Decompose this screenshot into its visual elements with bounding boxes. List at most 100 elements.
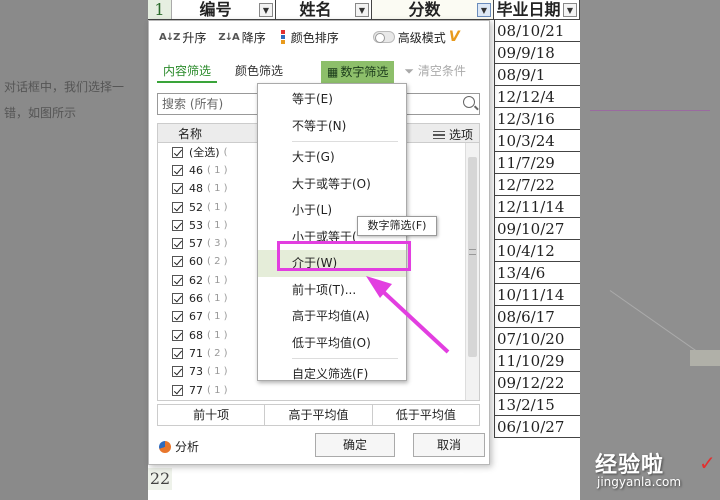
date-cell[interactable]: 12/12/4 — [494, 86, 580, 108]
date-cell[interactable]: 06/10/27 — [494, 416, 580, 438]
toggle-switch-icon — [372, 31, 395, 43]
menu-item-greater-than[interactable]: 大于(G) — [258, 144, 406, 171]
watermark-url: jingyanla.com — [597, 475, 682, 489]
checkbox-icon[interactable] — [172, 238, 183, 250]
menu-item-below-average[interactable]: 低于平均值(O) — [258, 330, 406, 357]
checkbox-icon[interactable] — [172, 366, 183, 378]
list-item-count: ( 1 ) — [207, 311, 228, 323]
wave-decoration — [453, 472, 565, 488]
list-item-count: ( 3 ) — [207, 238, 228, 250]
vip-icon: V — [448, 29, 460, 45]
above-average-button[interactable]: 高于平均值 — [265, 405, 373, 425]
filter-tabs: 内容筛选 颜色筛选 ▦ 数字筛选 ⏷ 清空条件 — [157, 61, 487, 83]
options-button[interactable]: 选项 — [432, 126, 473, 143]
list-item-label: 62 — [189, 273, 203, 287]
date-cell[interactable]: 11/10/29 — [494, 350, 580, 372]
row-number: 22 — [148, 468, 172, 490]
checkbox-icon[interactable] — [172, 183, 183, 195]
date-cell[interactable]: 13/2/15 — [494, 394, 580, 416]
checkbox-icon[interactable] — [172, 256, 183, 268]
check-icon: ✓ — [699, 451, 716, 475]
list-item-label: (全选) — [189, 146, 220, 160]
funnel-icon: ⏷ — [404, 64, 414, 78]
menu-item-not-equals[interactable]: 不等于(N) — [258, 113, 406, 140]
list-item-label: 52 — [189, 200, 203, 214]
quick-filter-buttons: 前十项 高于平均值 低于平均值 — [157, 404, 480, 426]
checkbox-icon[interactable] — [172, 146, 183, 158]
checkbox-icon[interactable] — [172, 384, 183, 396]
top-ten-button[interactable]: 前十项 — [158, 405, 266, 425]
list-item-count: ( 1 ) — [207, 219, 228, 231]
tab-color-filter[interactable]: 颜色筛选 — [229, 61, 289, 83]
tab-content-filter[interactable]: 内容筛选 — [157, 61, 218, 83]
list-item-label: 66 — [189, 292, 203, 306]
list-item-label: 48 — [189, 182, 203, 196]
filter-dropdown-icon[interactable]: ▼ — [259, 3, 273, 17]
ok-button[interactable]: 确定 — [315, 433, 395, 457]
date-cell[interactable]: 09/10/27 — [494, 218, 580, 240]
filter-dropdown-icon[interactable]: ▼ — [563, 3, 577, 17]
checkbox-icon[interactable] — [172, 164, 183, 176]
checkbox-icon[interactable] — [172, 293, 183, 305]
checkbox-icon[interactable] — [172, 219, 183, 231]
analyze-button[interactable]: 分析 — [159, 438, 199, 455]
menu-item-equals[interactable]: 等于(E) — [258, 86, 406, 113]
panel-footer: 分析 确定 取消 — [157, 433, 487, 459]
pie-chart-icon — [159, 440, 171, 453]
date-cell[interactable]: 12/7/22 — [494, 174, 580, 196]
filter-dropdown-icon[interactable]: ▼ — [477, 3, 491, 17]
sort-descending-button[interactable]: Z↓A 降序 — [218, 29, 265, 46]
checkbox-icon[interactable] — [172, 274, 183, 286]
date-cell[interactable]: 09/9/18 — [494, 42, 580, 64]
below-average-button[interactable]: 低于平均值 — [373, 405, 479, 425]
list-item-label: 53 — [189, 218, 203, 232]
date-cell[interactable]: 10/3/24 — [494, 130, 580, 152]
date-cell[interactable]: 12/3/16 — [494, 108, 580, 130]
date-cell[interactable]: 10/11/14 — [494, 284, 580, 306]
list-item-count: ( 1 ) — [207, 366, 228, 378]
date-cell[interactable]: 08/9/1 — [494, 64, 580, 86]
list-item-count: ( — [223, 146, 228, 158]
menu-item-top-ten[interactable]: 前十项(T)... — [258, 277, 406, 304]
list-header-name: 名称 — [178, 126, 203, 141]
date-cell[interactable]: 10/4/12 — [494, 240, 580, 262]
list-item-label: 71 — [189, 346, 203, 360]
list-item-count: ( 1 ) — [207, 384, 228, 396]
date-cell[interactable]: 07/10/20 — [494, 328, 580, 350]
article-text-line: 错，如图所示 — [4, 106, 77, 120]
list-item-count: ( 1 ) — [207, 293, 228, 305]
checkbox-icon[interactable] — [172, 347, 183, 359]
list-item-count: ( 1 ) — [207, 274, 228, 286]
date-cell[interactable]: 13/4/6 — [494, 262, 580, 284]
advanced-mode-toggle[interactable]: 高级模式 V — [372, 29, 460, 46]
menu-item-custom-filter[interactable]: 自定义筛选(F) — [258, 361, 406, 388]
menu-item-greater-or-equal[interactable]: 大于或等于(O) — [258, 171, 406, 198]
list-item-label: 77 — [189, 383, 203, 397]
search-icon[interactable] — [463, 96, 475, 108]
list-item-label: 67 — [189, 310, 203, 324]
sort-ascending-button[interactable]: A↓Z 升序 — [159, 29, 206, 46]
article-text-line: 对话框中，我们选择一 — [4, 80, 125, 94]
list-item-label: 46 — [189, 163, 203, 177]
clear-conditions-button[interactable]: ⏷ 清空条件 — [398, 61, 471, 83]
color-sort-button[interactable]: 颜色排序 — [278, 29, 339, 46]
list-item-label: 57 — [189, 237, 203, 251]
list-item-count: ( 1 ) — [207, 329, 228, 341]
list-item-label: 73 — [189, 365, 203, 379]
filter-dropdown-icon[interactable]: ▼ — [355, 3, 369, 17]
list-scrollbar[interactable] — [465, 143, 479, 400]
number-filter-icon: ▦ — [327, 65, 339, 79]
date-cell[interactable]: 11/7/29 — [494, 152, 580, 174]
checkbox-icon[interactable] — [172, 311, 183, 323]
checkbox-icon[interactable] — [172, 201, 183, 213]
date-cell[interactable]: 09/12/22 — [494, 372, 580, 394]
date-cell[interactable]: 12/11/14 — [494, 196, 580, 218]
tab-number-filter[interactable]: ▦ 数字筛选 — [321, 61, 395, 83]
header-cell-id: 编号 ▼ — [172, 0, 276, 19]
menu-item-above-average[interactable]: 高于平均值(A) — [258, 303, 406, 330]
checkbox-icon[interactable] — [172, 329, 183, 341]
header-cell-name: 姓名 ▼ — [276, 0, 372, 19]
date-cell[interactable]: 08/10/21 — [494, 20, 580, 42]
date-cell[interactable]: 08/6/17 — [494, 306, 580, 328]
list-item-count: ( 1 ) — [207, 183, 228, 195]
